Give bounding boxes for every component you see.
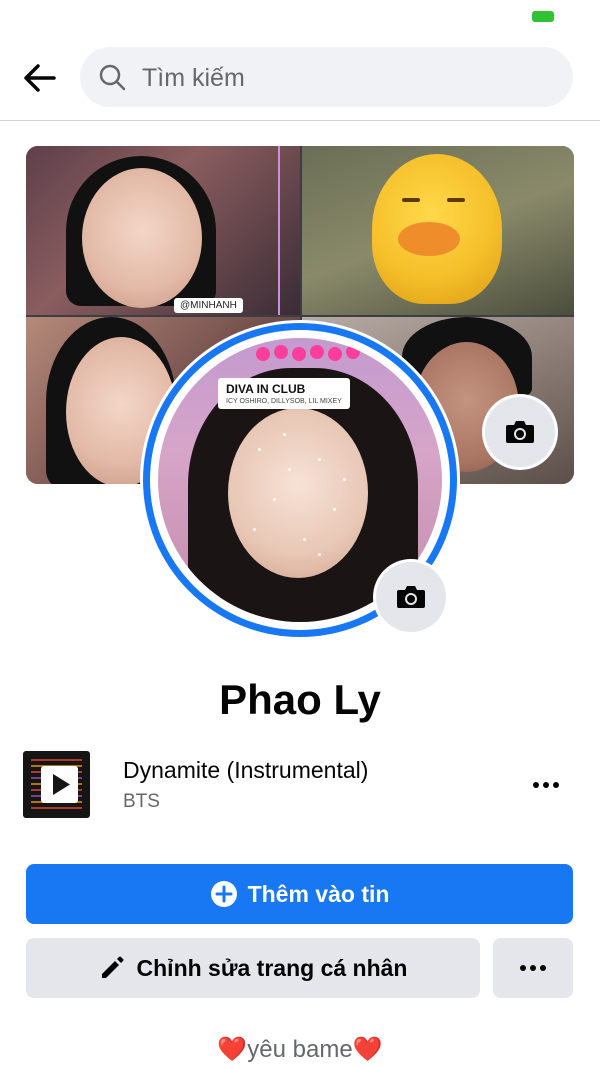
album-art[interactable] — [23, 751, 90, 818]
profile-bio: ❤️yêu bame❤️ — [217, 1036, 383, 1063]
cover-tile: @MINHANH — [26, 146, 300, 315]
status-bar — [0, 0, 600, 36]
search-input[interactable] — [140, 47, 544, 109]
profile-more-button[interactable] — [493, 938, 573, 998]
more-dots-icon — [533, 782, 559, 788]
plus-circle-icon — [210, 881, 237, 907]
search-box[interactable] — [80, 47, 573, 109]
filter-tag: DIVA IN CLUB ICY OSHIRO, DILLYSOB, LIL M… — [218, 378, 350, 409]
play-icon — [41, 766, 78, 803]
edit-profile-label: Chỉnh sửa trang cá nhân — [136, 954, 408, 981]
add-to-story-button[interactable]: Thêm vào tin — [26, 864, 573, 924]
cover-tile — [302, 146, 574, 315]
filter-title: DIVA IN CLUB — [226, 382, 306, 396]
filter-subtitle: ICY OSHIRO, DILLYSOB, LIL MIXEY — [226, 398, 342, 405]
profile-name: Phao Ly — [219, 676, 381, 723]
edit-avatar-button[interactable] — [376, 562, 446, 632]
music-more-button[interactable] — [524, 765, 568, 805]
more-dots-icon — [520, 965, 546, 971]
camera-icon — [397, 586, 425, 608]
profile-music: Dynamite (Instrumental) BTS — [0, 745, 600, 825]
back-button[interactable] — [18, 56, 62, 100]
edit-cover-button[interactable] — [485, 397, 555, 467]
camera-icon — [506, 421, 534, 443]
add-to-story-label: Thêm vào tin — [247, 880, 390, 907]
back-arrow-icon — [24, 64, 56, 92]
search-icon — [99, 64, 126, 91]
top-bar — [0, 36, 600, 121]
battery-icon — [532, 11, 554, 22]
pencil-icon — [101, 956, 124, 978]
hearts-decoration — [256, 345, 360, 361]
edit-profile-button[interactable]: Chỉnh sửa trang cá nhân — [26, 938, 480, 998]
song-title: Dynamite (Instrumental) — [123, 757, 369, 783]
cover-tag: @MINHANH — [174, 298, 243, 313]
song-artist: BTS — [123, 791, 160, 812]
